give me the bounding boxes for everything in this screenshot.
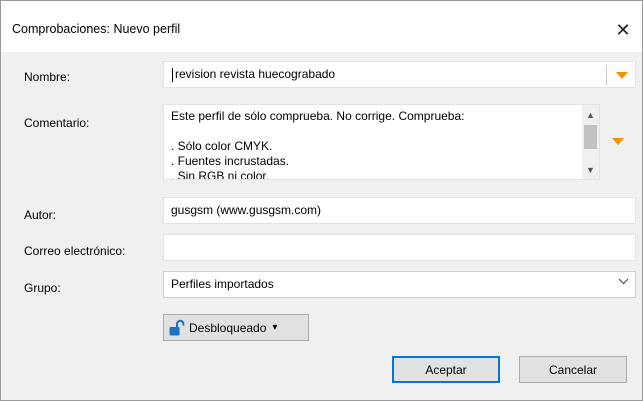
autor-value: gusgsm (www.gusgsm.com) bbox=[171, 203, 322, 217]
autor-label: Autor: bbox=[24, 208, 57, 222]
cancel-label: Cancelar bbox=[548, 362, 598, 377]
nombre-separator bbox=[606, 65, 607, 85]
close-icon: ✕ bbox=[615, 19, 631, 40]
comentario-expand-icon[interactable] bbox=[612, 138, 624, 145]
comentario-textarea[interactable]: Este perfil de sólo comprueba. No corrig… bbox=[163, 104, 600, 180]
lock-state-label: Desbloqueado bbox=[189, 320, 267, 335]
unlocked-padlock-icon bbox=[168, 319, 186, 337]
cancel-button[interactable]: Cancelar bbox=[519, 356, 627, 383]
comentario-line: . Sin RGB ni color. bbox=[171, 169, 270, 179]
nombre-label: Nombre: bbox=[24, 70, 71, 84]
grupo-value: Perfiles importados bbox=[171, 277, 274, 291]
correo-field[interactable] bbox=[163, 234, 636, 261]
scroll-down-icon[interactable]: ▼ bbox=[582, 161, 599, 178]
nombre-value: revision revista huecograbado bbox=[175, 67, 336, 81]
comentario-line: . Fuentes incrustadas. bbox=[171, 154, 290, 168]
lock-state-button[interactable]: Desbloqueado ▾ bbox=[163, 314, 309, 341]
close-button[interactable]: ✕ bbox=[608, 15, 638, 45]
comentario-line bbox=[171, 124, 464, 139]
nombre-field[interactable]: revision revista huecograbado bbox=[163, 61, 636, 88]
grupo-select[interactable]: Perfiles importados bbox=[163, 271, 636, 298]
comentario-text: Este perfil de sólo comprueba. No corrig… bbox=[171, 109, 464, 179]
correo-label: Correo electrónico: bbox=[24, 244, 126, 258]
autor-field[interactable]: gusgsm (www.gusgsm.com) bbox=[163, 197, 636, 224]
nombre-dropdown-icon[interactable] bbox=[616, 72, 628, 79]
comentario-label: Comentario: bbox=[24, 116, 90, 130]
grupo-label: Grupo: bbox=[24, 281, 61, 295]
comentario-scrollbar[interactable]: ▲ ▼ bbox=[582, 105, 599, 179]
comentario-line: . Sólo color CMYK. bbox=[171, 139, 273, 153]
title-bar: Comprobaciones: Nuevo perfil ✕ bbox=[1, 1, 642, 52]
accept-label: Aceptar bbox=[425, 362, 467, 377]
accept-button[interactable]: Aceptar bbox=[392, 356, 500, 383]
lock-dropdown-icon: ▾ bbox=[272, 322, 278, 333]
text-cursor bbox=[172, 68, 173, 82]
comentario-line: Este perfil de sólo comprueba. No corrig… bbox=[171, 109, 465, 123]
dialog-window: Comprobaciones: Nuevo perfil ✕ Nombre: r… bbox=[0, 0, 643, 401]
scroll-up-icon[interactable]: ▲ bbox=[582, 106, 599, 123]
scroll-thumb[interactable] bbox=[584, 125, 597, 149]
chevron-down-icon bbox=[618, 277, 629, 288]
dialog-title: Comprobaciones: Nuevo perfil bbox=[12, 22, 181, 36]
